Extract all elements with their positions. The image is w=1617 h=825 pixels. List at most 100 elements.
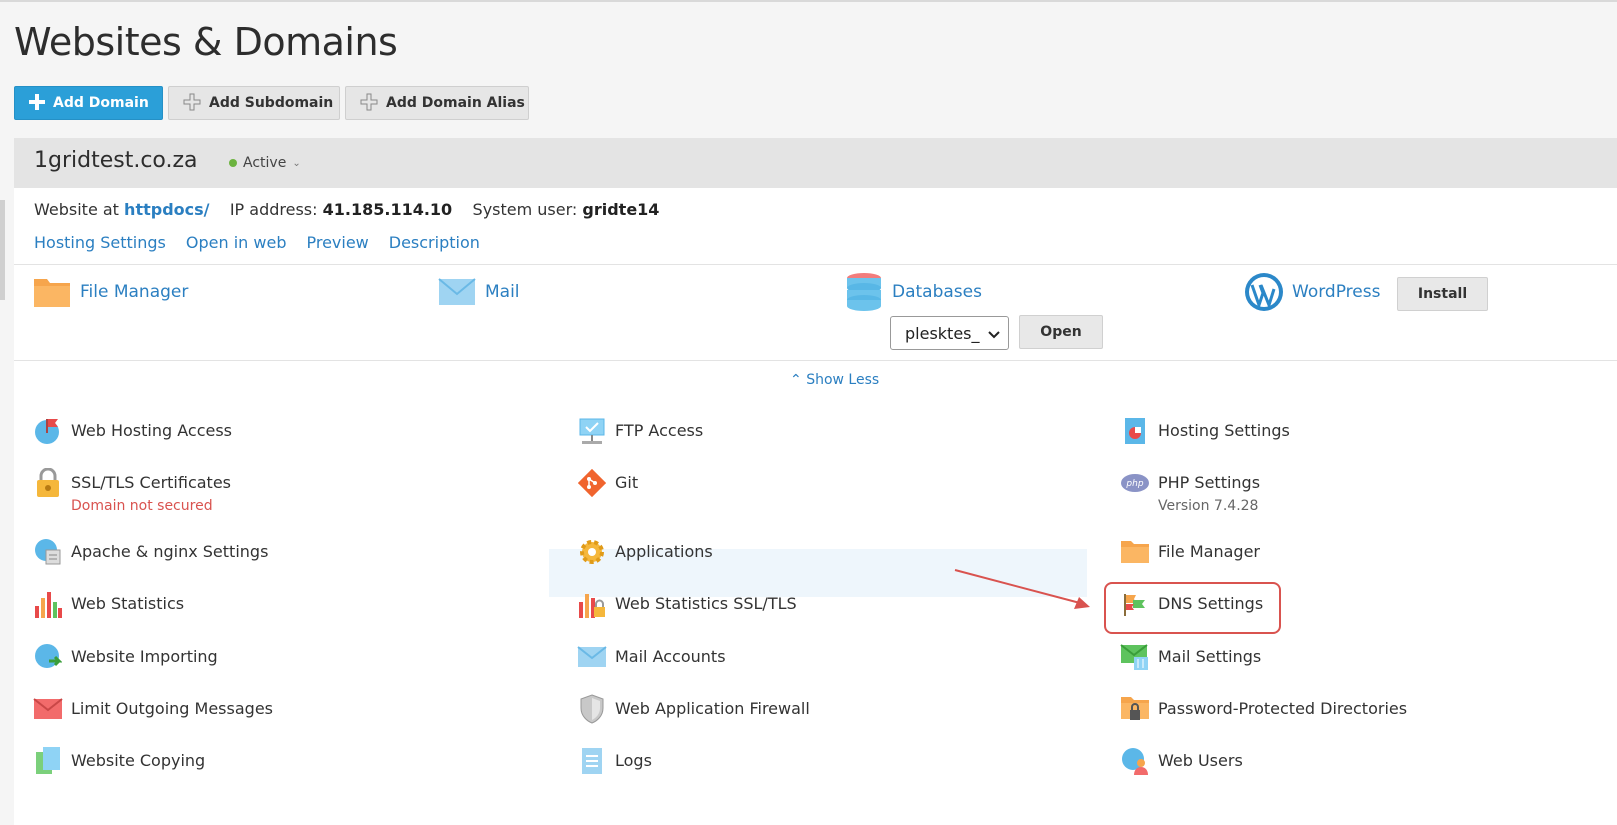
show-less-toggle[interactable]: ⌃ Show Less [790, 372, 879, 388]
divider [14, 264, 1617, 265]
chevron-down-icon: ⌄ [292, 157, 301, 169]
hosting-settings-link[interactable]: Hosting Settings [34, 233, 166, 252]
chevron-down-icon [988, 324, 1000, 343]
ftp-access-label: FTP Access [615, 421, 704, 440]
globe-user-icon [1120, 746, 1150, 776]
open-database-button[interactable]: Open [1019, 315, 1103, 349]
add-subdomain-button[interactable]: Add Subdomain [168, 86, 340, 120]
file-manager-item[interactable]: File Manager [1120, 537, 1260, 567]
applications-label: Applications [615, 542, 713, 561]
domain-name[interactable]: 1gridtest.co.za [34, 148, 198, 173]
gear-icon [577, 537, 607, 567]
annotation-arrow [954, 569, 1090, 609]
web-hosting-access-label: Web Hosting Access [71, 421, 232, 440]
folder-icon [32, 272, 72, 312]
system-user-value: gridte14 [582, 200, 660, 219]
mail-settings-item[interactable]: Mail Settings [1120, 642, 1261, 672]
envelope-limit-icon [33, 694, 63, 724]
system-user-label: System user: [472, 200, 578, 219]
annotation-highlight-box [1104, 582, 1281, 634]
domain-card-header: 1gridtest.co.za Active ⌄ [14, 138, 1617, 188]
apache-nginx-settings-item[interactable]: Apache & nginx Settings [33, 537, 268, 567]
add-domain-alias-button[interactable]: Add Domain Alias [345, 86, 529, 120]
ftp-icon [577, 416, 607, 446]
git-label: Git [615, 473, 639, 492]
database-select-value: plesktes_ [905, 323, 980, 343]
add-domain-alias-label: Add Domain Alias [386, 95, 525, 111]
password-protected-directories-label: Password-Protected Directories [1158, 699, 1408, 718]
hosting-settings-item[interactable]: Hosting Settings [1120, 416, 1290, 446]
web-hosting-access-item[interactable]: Web Hosting Access [33, 416, 232, 446]
page-title: Websites & Domains [14, 20, 398, 64]
status-dot-icon [229, 159, 237, 167]
database-icon [844, 272, 884, 312]
website-copying-item[interactable]: Website Copying [33, 746, 205, 776]
hosting-settings-label: Hosting Settings [1158, 421, 1290, 440]
ip-value: 41.185.114.10 [322, 200, 453, 219]
envelope-icon [577, 642, 607, 672]
limit-outgoing-messages-item[interactable]: Limit Outgoing Messages [33, 694, 273, 724]
bar-chart-icon [33, 589, 63, 619]
password-protected-directories-item[interactable]: Password-Protected Directories [1120, 694, 1407, 724]
add-subdomain-label: Add Subdomain [209, 95, 334, 111]
divider [14, 360, 1617, 361]
wordpress-icon [1244, 272, 1284, 312]
plus-outline-icon [360, 93, 378, 114]
envelope-icon [437, 272, 477, 312]
folder-lock-icon [1120, 694, 1150, 724]
hosting-settings-icon [1120, 416, 1150, 446]
ftp-access-item[interactable]: FTP Access [577, 416, 703, 446]
document-icon [577, 746, 607, 776]
domain-links: Hosting Settings Open in web Preview Des… [34, 233, 480, 252]
add-domain-button[interactable]: Add Domain [14, 86, 163, 120]
copy-icon [33, 746, 63, 776]
apache-nginx-settings-label: Apache & nginx Settings [71, 542, 269, 561]
top-border [0, 0, 1617, 2]
ssl-tls-certificates-item[interactable]: SSL/TLS Certificates Domain not secured [33, 468, 231, 514]
website-importing-item[interactable]: Website Importing [33, 642, 218, 672]
web-application-firewall-label: Web Application Firewall [615, 699, 810, 718]
globe-flag-icon [33, 416, 63, 446]
mail-tool[interactable]: Mail [437, 272, 520, 312]
mail-accounts-label: Mail Accounts [615, 647, 726, 666]
website-path-link[interactable]: httpdocs/ [124, 200, 209, 219]
plus-outline-icon [183, 93, 201, 114]
wordpress-label: WordPress [1292, 282, 1381, 302]
git-icon [577, 468, 607, 498]
status-label: Active [243, 155, 287, 171]
git-item[interactable]: Git [577, 468, 638, 498]
php-settings-item[interactable]: php PHP Settings Version 7.4.28 [1120, 468, 1260, 514]
globe-settings-icon [33, 537, 63, 567]
database-select[interactable]: plesktes_ [890, 316, 1009, 350]
status-dropdown[interactable]: Active ⌄ [229, 155, 301, 171]
shield-icon [577, 694, 607, 724]
globe-import-icon [33, 642, 63, 672]
website-importing-label: Website Importing [71, 647, 218, 666]
ssl-status-text: Domain not secured [71, 498, 213, 514]
mail-settings-label: Mail Settings [1158, 647, 1262, 666]
bar-chart-lock-icon [577, 589, 607, 619]
ip-label: IP address: [229, 200, 318, 219]
databases-label: Databases [892, 282, 982, 302]
php-icon: php [1120, 468, 1150, 498]
plus-icon [29, 93, 45, 113]
domain-info: Website at httpdocs/ IP address: 41.185.… [34, 200, 659, 219]
folder-icon [1120, 537, 1150, 567]
web-statistics-item[interactable]: Web Statistics [33, 589, 184, 619]
description-link[interactable]: Description [389, 233, 480, 252]
preview-link[interactable]: Preview [306, 233, 368, 252]
php-version-text: Version 7.4.28 [1158, 498, 1259, 514]
databases-tool[interactable]: Databases [844, 272, 982, 312]
web-statistics-ssl-item[interactable]: Web Statistics SSL/TLS [577, 589, 797, 619]
file-manager-tool[interactable]: File Manager [32, 272, 188, 312]
logs-item[interactable]: Logs [577, 746, 652, 776]
web-users-item[interactable]: Web Users [1120, 746, 1243, 776]
wordpress-install-button[interactable]: Install [1397, 277, 1488, 311]
logs-label: Logs [615, 751, 652, 770]
website-copying-label: Website Copying [71, 751, 206, 770]
mail-accounts-item[interactable]: Mail Accounts [577, 642, 726, 672]
wordpress-tool[interactable]: WordPress [1244, 272, 1380, 312]
applications-item[interactable]: Applications [577, 537, 713, 567]
open-in-web-link[interactable]: Open in web [186, 233, 287, 252]
web-application-firewall-item[interactable]: Web Application Firewall [577, 694, 810, 724]
